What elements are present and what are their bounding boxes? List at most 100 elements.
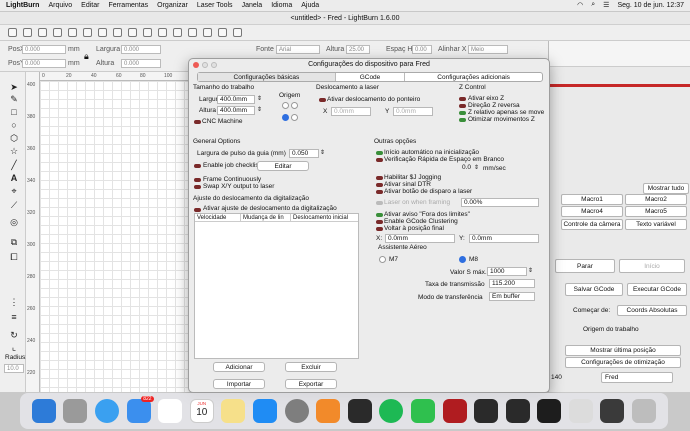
mirror-icon[interactable]: ⧉ <box>9 237 19 247</box>
system-settings-icon[interactable] <box>284 399 309 423</box>
z-relative-toggle[interactable] <box>459 111 466 115</box>
corner-icon[interactable]: ⌞ <box>9 342 19 352</box>
camera-icon[interactable] <box>173 28 182 37</box>
largura-input[interactable]: 0.000 <box>121 45 161 54</box>
height-stepper[interactable]: ⇕ <box>257 106 262 113</box>
whitespace-check-toggle[interactable] <box>376 158 383 162</box>
origin-top-right[interactable] <box>291 102 298 109</box>
app-red-icon[interactable] <box>442 399 467 423</box>
baud-rate-select[interactable]: 115.200 <box>489 279 535 288</box>
laser-framing-input[interactable]: 0.00% <box>461 198 539 207</box>
offset-icon[interactable]: ◎ <box>9 217 19 227</box>
pointer-offset-toggle[interactable] <box>319 98 326 102</box>
scan-offset-table[interactable]: Velocidade Mudança de lin Deslocamento i… <box>194 213 359 359</box>
return-y-input[interactable]: 0.0mm <box>469 234 539 243</box>
measure-icon[interactable]: ⟋ <box>9 200 19 210</box>
offset-x-input[interactable]: 0.0mm <box>331 107 371 116</box>
monitor-icon[interactable] <box>188 28 197 37</box>
preview-icon[interactable] <box>568 399 593 423</box>
save-icon[interactable] <box>38 28 47 37</box>
return-x-input[interactable]: 0.0mm <box>385 234 455 243</box>
executar-gcode-button[interactable]: Executar GCode <box>627 283 687 296</box>
import-icon[interactable] <box>23 28 32 37</box>
notes-icon[interactable] <box>221 399 246 423</box>
swap-xy-toggle[interactable] <box>194 185 201 189</box>
transfer-mode-select[interactable]: Em buffer <box>489 292 535 301</box>
width-input[interactable]: 400.0mm <box>217 95 255 104</box>
gcode-clustering-toggle[interactable] <box>376 220 383 224</box>
scan-offset-toggle[interactable] <box>194 208 201 212</box>
variable-text-tab[interactable]: Texto variável <box>625 219 687 230</box>
export-button[interactable]: Exportar <box>285 379 337 389</box>
undo-icon[interactable] <box>53 28 62 37</box>
align-icon[interactable]: ≡ <box>9 312 19 322</box>
m8-radio[interactable] <box>459 256 466 263</box>
photos-icon[interactable] <box>158 399 183 423</box>
menu-ferramentas[interactable]: Ferramentas <box>108 2 148 9</box>
star-icon[interactable]: ☆ <box>9 146 19 156</box>
cut-icon[interactable] <box>98 28 107 37</box>
copy-icon[interactable] <box>83 28 92 37</box>
trash-icon[interactable] <box>632 399 657 423</box>
finder-icon[interactable] <box>31 399 56 423</box>
mostrar-ultima-button[interactable]: Mostrar última posição <box>565 345 681 356</box>
terminal-icon[interactable] <box>537 399 562 423</box>
origin-top-left[interactable] <box>282 102 289 109</box>
rectangle-icon[interactable]: □ <box>9 107 19 117</box>
spacing-input[interactable]: 0.00 <box>412 45 432 54</box>
position-icon[interactable]: ⌖ <box>9 186 19 196</box>
redo-icon[interactable] <box>68 28 77 37</box>
spotify-icon[interactable] <box>379 399 404 423</box>
menu-organizar[interactable]: Organizar <box>157 2 188 9</box>
pulse-width-stepper[interactable]: ⇕ <box>320 149 325 156</box>
lightburn-3-icon[interactable] <box>505 399 530 423</box>
device-select[interactable]: Fred <box>601 372 673 383</box>
wrench-icon[interactable] <box>218 28 227 37</box>
posx-input[interactable]: 0.000 <box>22 45 66 54</box>
max-s-input[interactable]: 1000 <box>487 267 527 276</box>
macro4-button[interactable]: Macro4 <box>561 206 623 217</box>
lock-icon[interactable]: 🔒︎ <box>84 51 89 62</box>
line-icon[interactable]: ╱ <box>9 160 19 170</box>
origin-bottom-left[interactable] <box>282 114 289 121</box>
delete-button[interactable]: Excluir <box>285 362 337 372</box>
start-from-select[interactable]: Coords Absolutas <box>617 305 687 316</box>
return-final-toggle[interactable] <box>376 227 383 231</box>
cursor-icon[interactable]: ➤ <box>9 82 19 92</box>
ellipse-icon[interactable]: ○ <box>9 120 19 130</box>
menu-janela[interactable]: Janela <box>242 2 263 9</box>
menu-editar[interactable]: Editar <box>81 2 99 9</box>
camera-control-tab[interactable]: Controle da câmera <box>561 219 623 230</box>
fire-button-toggle[interactable] <box>376 190 383 194</box>
add-button[interactable]: Adicionar <box>213 362 265 372</box>
macro5-button[interactable]: Macro5 <box>625 206 687 217</box>
inicio-button[interactable]: Início <box>619 259 685 273</box>
mail-icon[interactable]: 822 <box>126 396 154 423</box>
zoom-in-icon[interactable] <box>143 28 152 37</box>
text-icon[interactable]: A <box>9 173 19 183</box>
wifi-icon[interactable]: ◠ <box>577 1 583 9</box>
width-stepper[interactable]: ⇕ <box>257 95 262 102</box>
fusion-icon[interactable] <box>316 399 341 423</box>
tab-gcode[interactable]: GCode <box>336 73 406 81</box>
cnc-machine-toggle[interactable] <box>194 120 201 124</box>
facetime-icon[interactable] <box>410 399 435 423</box>
config-otimizacao-button[interactable]: Configurações de otimização <box>565 357 681 368</box>
z-axis-toggle[interactable] <box>459 97 466 101</box>
j-jogging-toggle[interactable] <box>376 176 383 180</box>
menu-arquivo[interactable]: Arquivo <box>48 2 72 9</box>
whitespace-stepper[interactable]: ⇕ <box>474 164 479 171</box>
polygon-icon[interactable]: ⬡ <box>9 133 19 143</box>
bounds-warning-toggle[interactable] <box>376 213 383 217</box>
salvar-gcode-button[interactable]: Salvar GCode <box>565 283 623 296</box>
tab-additional[interactable]: Configurações adicionais <box>405 73 542 81</box>
app-store-icon[interactable] <box>252 399 277 423</box>
column-velocidade[interactable]: Velocidade <box>195 214 241 221</box>
font-select[interactable]: Arial <box>276 45 320 54</box>
job-checklist-toggle[interactable] <box>194 164 201 168</box>
lightburn-icon[interactable] <box>347 399 372 423</box>
zoom-out-icon[interactable] <box>158 28 167 37</box>
edit-checklist-button[interactable]: Editar <box>257 161 309 171</box>
whitespace-speed-input[interactable]: 0.0 <box>449 164 473 173</box>
control-center-icon[interactable]: ☰ <box>603 1 609 9</box>
